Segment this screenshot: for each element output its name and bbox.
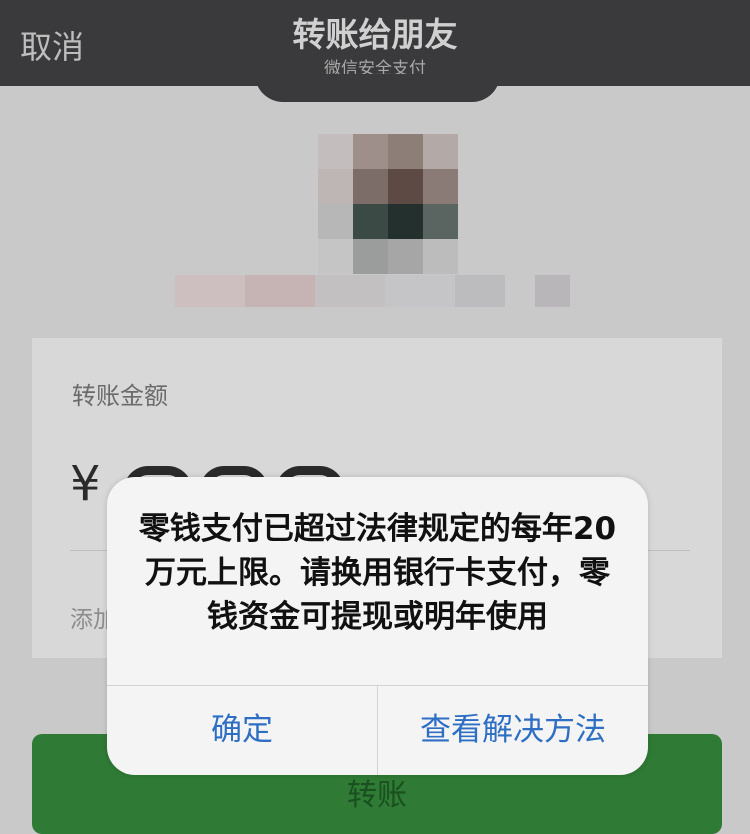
currency-symbol: ¥ bbox=[70, 456, 101, 512]
page-title: 转账给朋友 bbox=[292, 15, 458, 54]
confirm-button[interactable]: 确定 bbox=[107, 685, 377, 775]
recipient-avatar-blurred bbox=[318, 134, 458, 274]
dialog-message: 零钱支付已超过法律规定的每年20万元上限。请换用银行卡支付，零钱资金可提现或明年… bbox=[138, 511, 617, 635]
recipient-name-blurred bbox=[175, 275, 570, 307]
nav-notch bbox=[255, 74, 500, 102]
amount-label: 转账金额 bbox=[72, 382, 168, 410]
view-solution-button[interactable]: 查看解决方法 bbox=[378, 685, 648, 775]
transfer-button-label: 转账 bbox=[347, 778, 407, 813]
alert-dialog: 零钱支付已超过法律规定的每年20万元上限。请换用银行卡支付，零钱资金可提现或明年… bbox=[107, 477, 648, 775]
